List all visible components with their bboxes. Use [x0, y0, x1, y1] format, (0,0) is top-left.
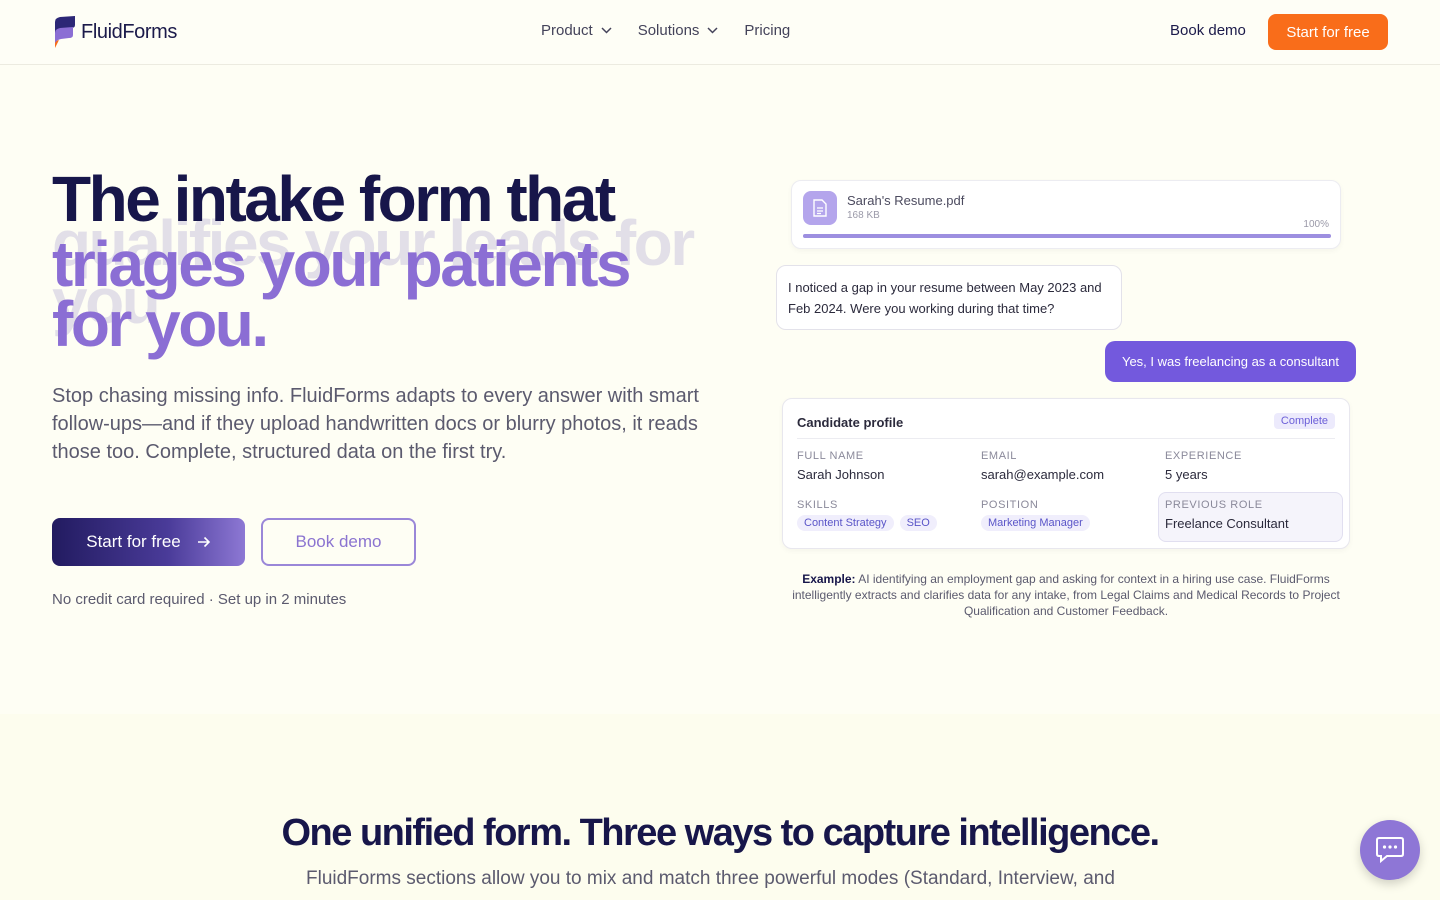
hero-start-free-label: Start for free: [86, 532, 181, 551]
field-label: PREVIOUS ROLE: [1165, 499, 1263, 511]
hero-rotating-text: triages your patients for you.: [52, 228, 632, 360]
field-email: EMAIL sarah@example.com: [981, 450, 1104, 482]
hero-start-free-button[interactable]: Start for free: [52, 518, 245, 566]
divider: [797, 438, 1335, 439]
field-position: POSITION Marketing Manager: [981, 499, 1090, 531]
ai-message-bubble: I noticed a gap in your resume between M…: [776, 265, 1122, 330]
hero-book-demo-button[interactable]: Book demo: [261, 518, 416, 566]
document-icon: [813, 199, 827, 217]
position-chip: Marketing Manager: [981, 515, 1090, 531]
hero-title: The intake form that: [52, 163, 616, 235]
logo-text: FluidForms: [81, 20, 178, 43]
section-subtitle: FluidForms sections allow you to mix and…: [306, 868, 1115, 889]
nav-links: Product Solutions Pricing: [541, 22, 790, 39]
field-value: 5 years: [1165, 467, 1208, 482]
nav-book-demo-link[interactable]: Book demo: [1170, 22, 1246, 39]
file-name: Sarah's Resume.pdf: [847, 193, 965, 208]
chat-widget-button[interactable]: [1360, 820, 1420, 880]
section-title: One unified form. Three ways to capture …: [281, 812, 1160, 854]
user-message-bubble: Yes, I was freelancing as a consultant: [1105, 341, 1356, 382]
field-value: Freelance Consultant: [1165, 516, 1289, 531]
field-experience: EXPERIENCE 5 years: [1165, 450, 1242, 482]
nav-solutions-label: Solutions: [637, 22, 700, 39]
candidate-profile-card: Candidate profile Complete FULL NAME Sar…: [782, 398, 1350, 549]
file-progress-fill: [803, 234, 1331, 238]
status-badge: Complete: [1273, 413, 1335, 429]
skill-chip: SEO: [899, 515, 937, 531]
field-skills: SKILLS Content Strategy SEO: [797, 499, 937, 531]
field-previous-role: PREVIOUS ROLE Freelance Consultant: [1165, 499, 1289, 531]
hero-subtitle: Stop chasing missing info. FluidForms ad…: [52, 385, 699, 463]
nav-product[interactable]: Product: [541, 22, 612, 39]
nav-start-free-button[interactable]: Start for free: [1268, 14, 1388, 50]
top-nav: FluidForms Product Solutions Pricing Boo…: [0, 0, 1440, 65]
field-label: SKILLS: [797, 499, 838, 511]
file-size: 168 KB: [847, 210, 880, 221]
file-progress-track: [803, 234, 1331, 238]
nav-pricing-label: Pricing: [744, 22, 791, 39]
field-value: Sarah Johnson: [797, 467, 885, 482]
demo-caption: Example: AI identifying an employment ga…: [782, 571, 1350, 619]
arrow-right-icon: [197, 536, 210, 548]
field-label: POSITION: [981, 499, 1039, 511]
chevron-down-icon: [707, 27, 718, 34]
field-label: FULL NAME: [797, 450, 864, 462]
logo[interactable]: FluidForms: [52, 16, 177, 48]
skill-chip: Content Strategy: [797, 515, 894, 531]
field-label: EMAIL: [981, 450, 1018, 462]
nav-pricing[interactable]: Pricing: [744, 22, 790, 39]
chevron-down-icon: [601, 27, 612, 34]
file-icon-tile: [803, 191, 837, 225]
hero-note: No credit card required · Set up in 2 mi…: [52, 591, 347, 608]
field-full-name: FULL NAME Sarah Johnson: [797, 450, 884, 482]
field-label: EXPERIENCE: [1165, 450, 1242, 462]
chat-bubble-icon: [1376, 837, 1404, 864]
profile-title: Candidate profile: [797, 415, 904, 430]
caption-label: Example:: [802, 572, 856, 586]
nav-solutions[interactable]: Solutions: [638, 22, 719, 39]
field-value: sarah@example.com: [981, 467, 1105, 482]
nav-product-label: Product: [541, 22, 593, 39]
upload-file-card: Sarah's Resume.pdf 168 KB 100%: [791, 180, 1341, 249]
caption-text: AI identifying an employment gap and ask…: [792, 572, 1340, 618]
position-chips: Marketing Manager: [981, 515, 1090, 531]
file-progress-label: 100%: [1303, 219, 1329, 230]
fluidforms-logo-icon: [55, 16, 75, 48]
skill-chips: Content Strategy SEO: [797, 515, 937, 531]
